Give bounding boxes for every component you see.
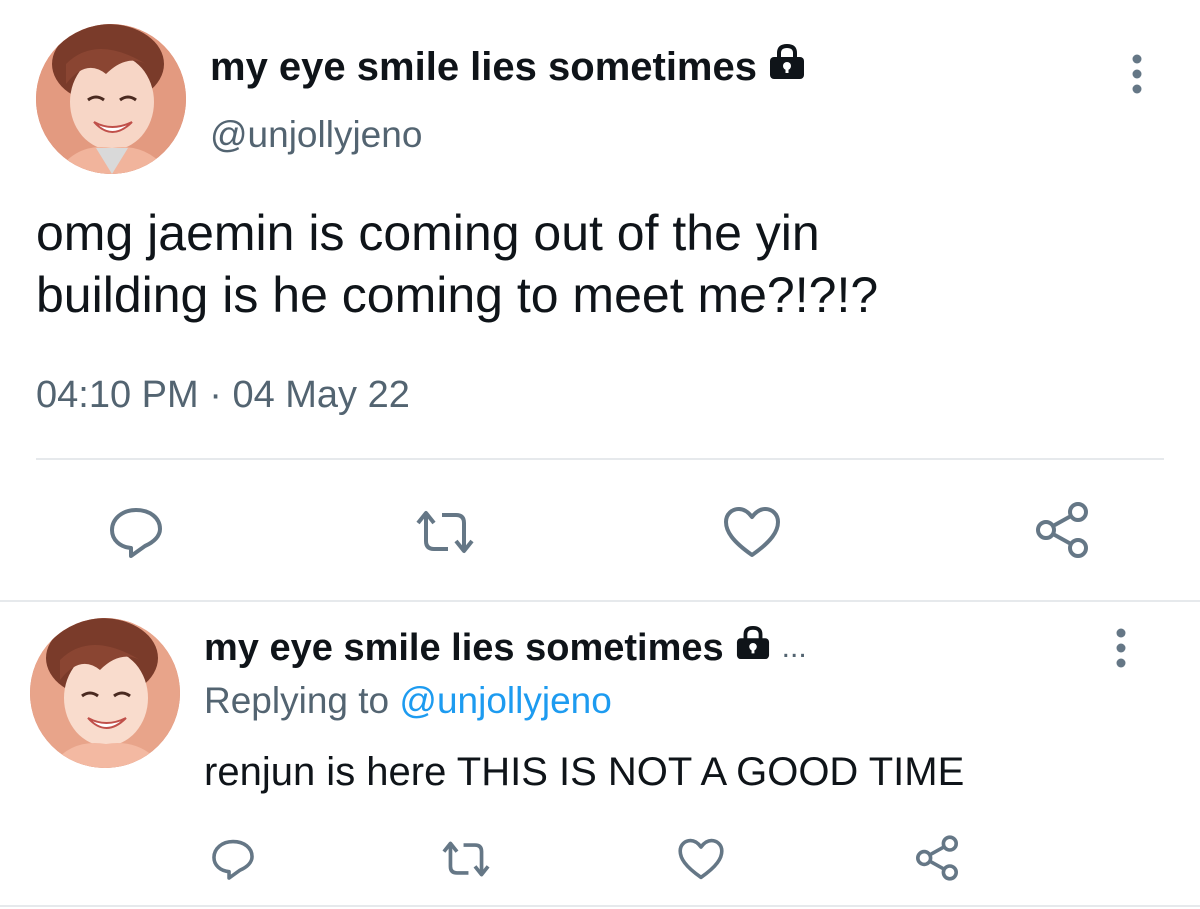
display-name[interactable]: my eye smile lies sometimes	[210, 43, 807, 90]
avatar-photo-icon	[36, 24, 186, 174]
share-icon[interactable]	[912, 832, 962, 884]
replying-to: Replying to @unjollyjeno	[204, 680, 612, 722]
tweet-time: 04:10 PM	[36, 374, 199, 416]
action-bar	[0, 500, 1200, 560]
user-avatar[interactable]	[36, 24, 186, 174]
more-vertical-icon[interactable]	[1122, 52, 1152, 96]
display-name-text: my eye smile lies sometimes	[210, 44, 757, 89]
tweet-text-line-1: omg jaemin is coming out of the yin	[36, 205, 820, 261]
replying-to-handle-link[interactable]: @unjollyjeno	[399, 680, 611, 721]
reply-display-name[interactable]: my eye smile lies sometimes ...	[204, 625, 807, 670]
reply-icon[interactable]	[208, 834, 258, 884]
like-icon[interactable]	[720, 502, 784, 562]
tweet-date: 04 May 22	[232, 374, 410, 416]
reply-icon[interactable]	[104, 502, 168, 562]
more-vertical-icon[interactable]	[1106, 626, 1136, 670]
like-icon[interactable]	[676, 834, 726, 884]
tweet-text: omg jaemin is coming out of the yin buil…	[36, 202, 1156, 326]
retweet-icon[interactable]	[410, 502, 480, 562]
share-icon[interactable]	[1030, 500, 1094, 560]
section-divider	[0, 600, 1200, 602]
divider	[36, 458, 1164, 460]
bottom-divider	[0, 905, 1200, 907]
main-tweet: my eye smile lies sometimes @unjollyjeno…	[0, 0, 1200, 600]
tweet-text-line-2: building is he coming to meet me?!?!?	[36, 267, 879, 323]
timestamp-separator: ·	[209, 374, 222, 416]
avatar-photo-icon	[30, 618, 180, 768]
lock-icon	[734, 625, 772, 670]
reply-tweet-text: renjun is here THIS IS NOT A GOOD TIME	[204, 750, 965, 794]
name-overflow-ellipsis: ...	[781, 631, 807, 664]
reply-user-avatar[interactable]	[30, 618, 180, 768]
tweet-timestamp[interactable]: 04:10 PM · 04 May 22	[36, 374, 410, 417]
replying-to-label: Replying to	[204, 680, 400, 721]
reply-display-name-text: my eye smile lies sometimes	[204, 626, 724, 669]
user-handle[interactable]: @unjollyjeno	[210, 114, 422, 156]
lock-icon	[767, 43, 807, 90]
retweet-icon[interactable]	[438, 834, 494, 884]
